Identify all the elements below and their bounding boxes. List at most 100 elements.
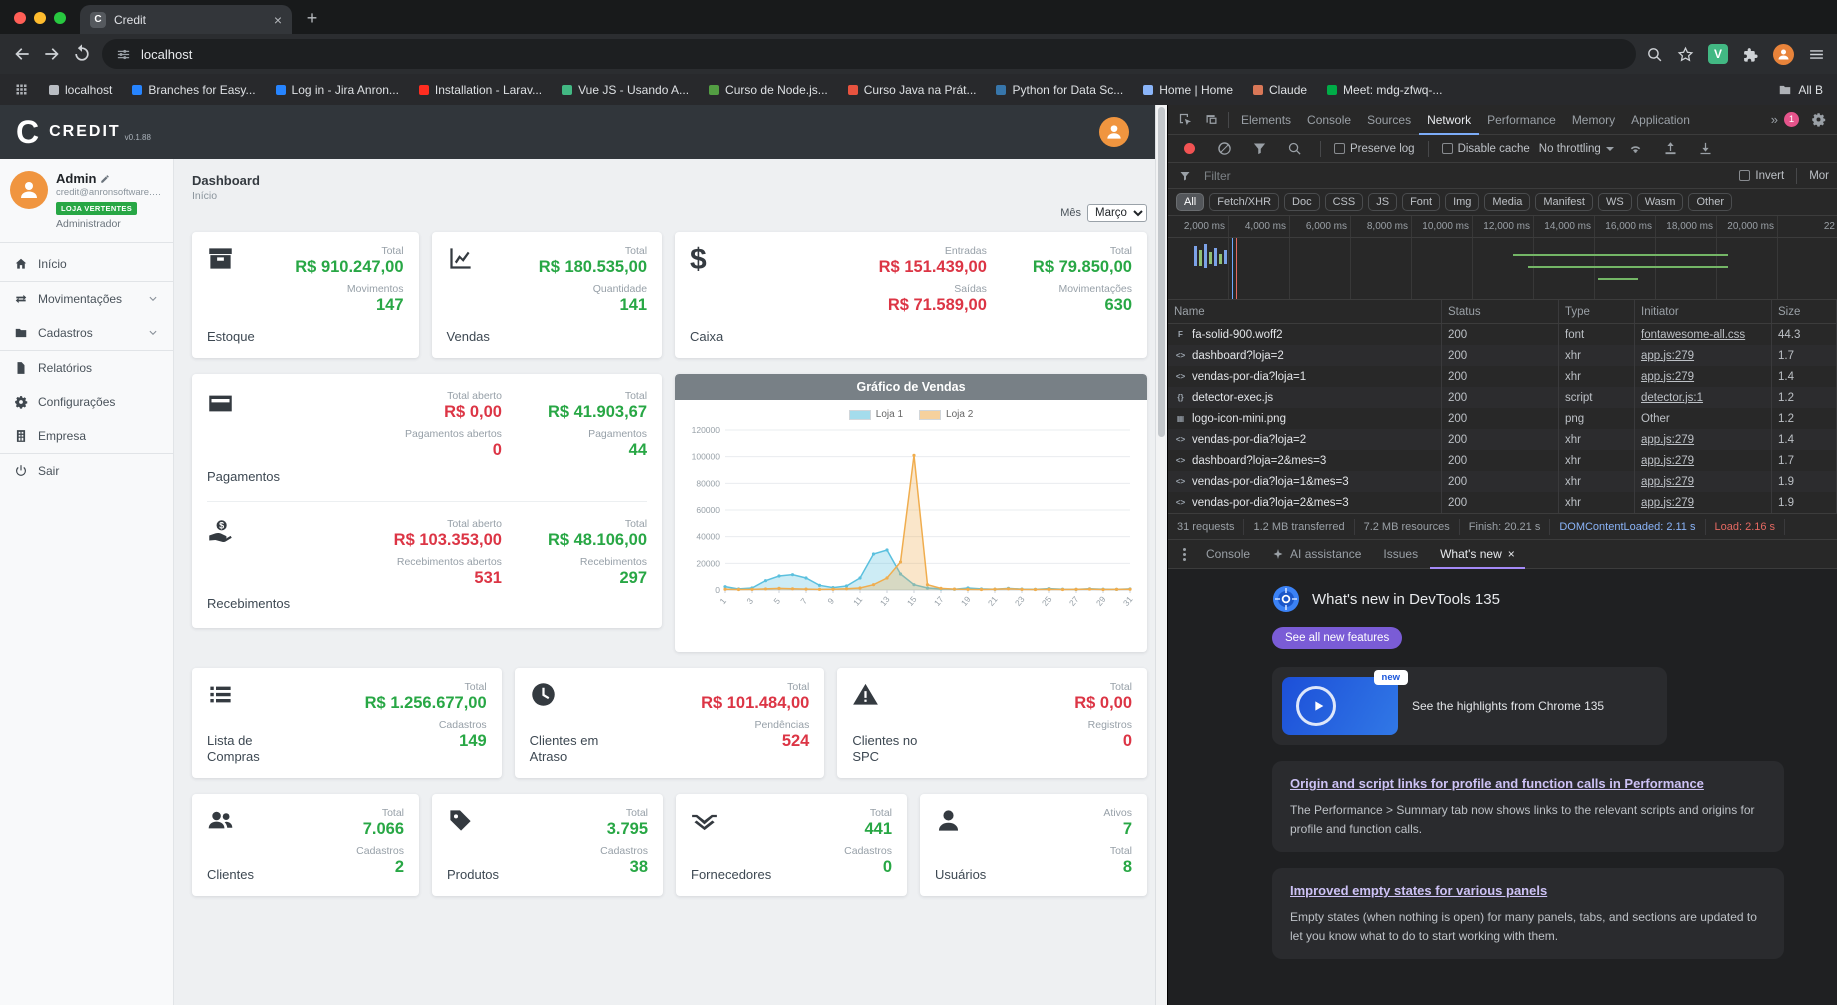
disable-cache-toggle[interactable]: Disable cache [1441,143,1530,155]
reload-button[interactable] [72,44,92,64]
drawer-menu-icon[interactable] [1174,547,1194,561]
sidebar-menu-item[interactable]: Relatórios [0,350,173,385]
devtools-tab[interactable]: Application [1623,105,1698,135]
sidebar-menu-item[interactable]: Início [0,247,173,281]
profile-avatar[interactable] [1773,43,1794,65]
column-header[interactable]: Status [1442,300,1559,323]
network-request-row[interactable]: <> vendas-por-dia?loja=1&mes=3 200 xhr ap… [1168,471,1837,492]
request-initiator[interactable]: app.js:279 [1641,371,1694,383]
filter-chip[interactable]: Fetch/XHR [1209,193,1280,211]
filter-chip[interactable]: Wasm [1636,193,1684,211]
site-info-icon[interactable] [116,47,131,62]
whats-new-item-link[interactable]: Origin and script links for profile and … [1290,776,1704,791]
drawer-tab-console[interactable]: Console [1196,539,1260,569]
invert-checkbox[interactable] [1739,170,1751,181]
issues-count-badge[interactable]: 1 [1784,112,1799,127]
drawer-tab-ai-assistance[interactable]: AI assistance [1262,539,1371,569]
extensions-puzzle-icon[interactable] [1742,46,1759,63]
settings-gear-icon[interactable] [1805,108,1831,132]
network-request-row[interactable]: Ffa-solid-900.woff2 200 font fontawesome… [1168,324,1837,345]
request-initiator[interactable]: app.js:279 [1641,434,1694,446]
request-initiator[interactable]: app.js:279 [1641,350,1694,362]
request-initiator[interactable]: fontawesome-all.css [1641,329,1745,341]
request-initiator[interactable]: app.js:279 [1641,455,1694,467]
bookmark-item[interactable]: Vue JS - Usando A... [562,83,689,97]
column-header[interactable]: Type [1559,300,1635,323]
invert-filter-toggle[interactable]: Invert [1739,170,1784,182]
bookmark-star-icon[interactable] [1677,46,1694,63]
preserve-log-checkbox[interactable] [1334,143,1345,154]
more-tabs-icon[interactable]: » [1771,112,1778,127]
filter-toggle-icon[interactable] [1246,137,1272,161]
bookmark-item[interactable]: localhost [49,83,112,97]
request-initiator[interactable]: app.js:279 [1641,497,1694,509]
minimize-window-button[interactable] [34,12,46,24]
disable-cache-checkbox[interactable] [1441,143,1453,154]
network-filter-input[interactable] [1202,167,1732,184]
more-filters-button[interactable]: Mor [1809,170,1829,182]
devtools-tab[interactable]: Console [1299,105,1359,135]
sidebar-menu-item[interactable]: Sair [0,453,173,488]
bookmark-item[interactable]: Meet: mdg-zfwq-... [1327,83,1442,97]
sidebar-menu-item[interactable]: Empresa [0,419,173,453]
bookmark-item[interactable]: Log in - Jira Anron... [275,83,399,97]
filter-chip[interactable]: Doc [1284,193,1320,211]
drawer-tab-whats-new[interactable]: What's new × [1430,539,1525,569]
filter-chip[interactable]: JS [1368,193,1398,211]
url-text[interactable]: localhost [141,47,192,62]
sidebar-menu-item[interactable]: Movimentações [0,281,173,316]
filter-chip[interactable]: Font [1402,193,1441,211]
column-header[interactable]: Size [1772,300,1837,323]
network-search-icon[interactable] [1281,137,1307,161]
devtools-tab[interactable]: Performance [1479,105,1564,135]
all-bookmarks-button[interactable]: All B [1778,83,1823,97]
sidebar-menu-item[interactable]: Cadastros [0,316,173,350]
inspect-element-icon[interactable] [1172,108,1198,132]
devtools-tab[interactable]: Elements [1233,105,1299,135]
bookmark-item[interactable]: Curso de Node.js... [709,83,828,97]
scrollbar-thumb[interactable] [1158,107,1165,437]
back-button[interactable] [12,44,32,64]
whats-new-item-link[interactable]: Improved empty states for various panels [1290,883,1547,898]
legend-item[interactable]: Loja 1 [848,409,903,420]
network-request-row[interactable]: <> vendas-por-dia?loja=2 200 xhr app.js:2… [1168,429,1837,450]
network-request-row[interactable]: {} detector-exec.js 200 script detector.j… [1168,387,1837,408]
network-request-row[interactable]: <> dashboard?loja=2&mes=3 200 xhr app.js:… [1168,450,1837,471]
filter-chip[interactable]: Media [1484,193,1531,211]
bookmark-item[interactable]: Claude [1253,83,1307,97]
maximize-window-button[interactable] [54,12,66,24]
close-window-button[interactable] [14,12,26,24]
highlight-thumbnail[interactable]: new [1282,670,1408,735]
close-tab-icon[interactable]: × [274,12,282,28]
apps-grid-icon[interactable] [14,82,29,97]
throttling-select[interactable]: No throttling [1539,143,1614,155]
highlight-card[interactable]: new See the highlights from Chrome 135 [1272,667,1667,745]
play-icon[interactable] [1296,686,1336,726]
devtools-tab[interactable]: Memory [1564,105,1623,135]
drawer-tab-issues[interactable]: Issues [1373,539,1428,569]
vue-devtools-extension-icon[interactable]: V [1708,44,1728,64]
filter-chip[interactable]: All [1176,193,1205,211]
device-toolbar-icon[interactable] [1198,108,1224,132]
forward-button[interactable] [42,44,62,64]
new-tab-button[interactable]: + [298,4,326,32]
filter-chip[interactable]: Img [1445,193,1480,211]
network-overview[interactable] [1168,238,1837,300]
filter-chip[interactable]: Other [1688,193,1732,211]
bookmark-item[interactable]: Branches for Easy... [132,83,256,97]
filter-chip[interactable]: Manifest [1535,193,1593,211]
request-initiator[interactable]: app.js:279 [1641,476,1694,488]
network-request-row[interactable]: <> vendas-por-dia?loja=1 200 xhr app.js:2… [1168,366,1837,387]
network-request-row[interactable]: <> dashboard?loja=2 200 xhr app.js:279 1.… [1168,345,1837,366]
clear-network-log-icon[interactable] [1211,137,1237,161]
filter-chip[interactable]: CSS [1324,193,1364,211]
import-har-icon[interactable] [1693,137,1719,161]
sidebar-menu-item[interactable]: Configurações [0,385,173,419]
close-icon[interactable]: × [1508,547,1515,561]
search-icon[interactable] [1646,46,1663,63]
legend-item[interactable]: Loja 2 [919,409,973,420]
bookmark-item[interactable]: Installation - Larav... [418,83,542,97]
devtools-tab[interactable]: Sources [1359,105,1419,135]
filter-chip[interactable]: WS [1597,193,1632,211]
month-select[interactable]: Março [1087,204,1147,222]
